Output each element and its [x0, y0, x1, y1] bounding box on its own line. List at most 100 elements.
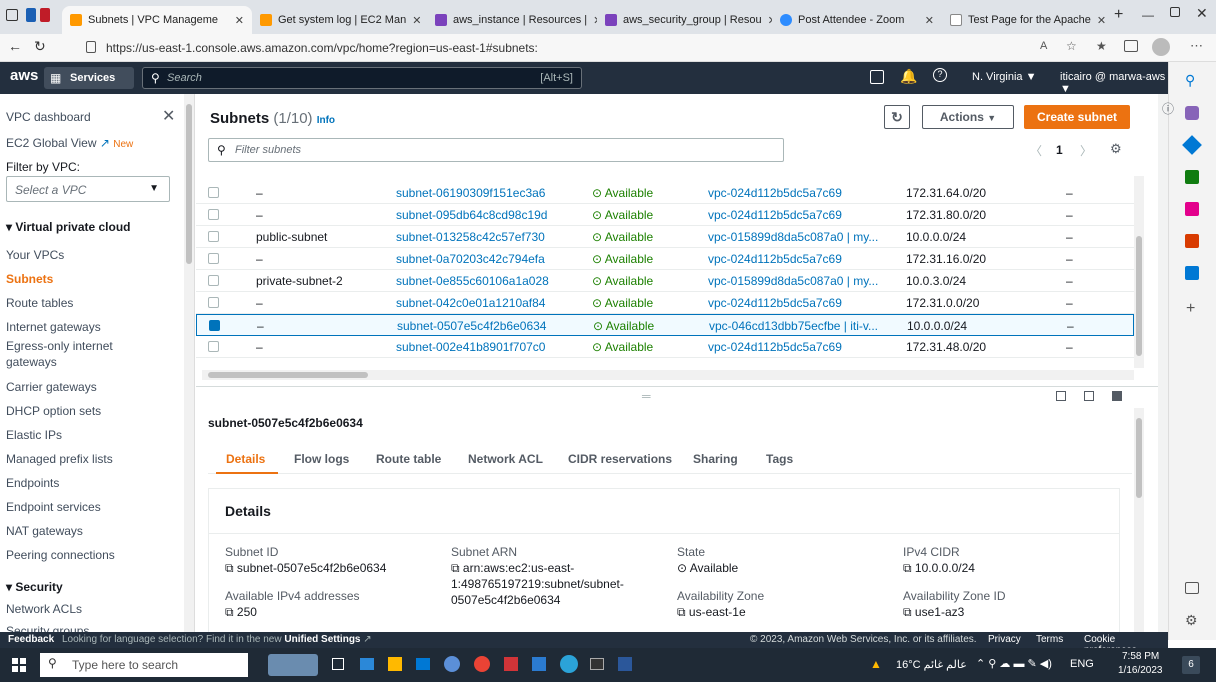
nav-subnets[interactable]: Subnets — [6, 272, 53, 286]
table-row[interactable]: – subnet-0a70203c42c794efa ⊙ Available v… — [196, 248, 1134, 270]
vscode-icon[interactable] — [532, 657, 546, 671]
services-button[interactable]: ▦ Services — [44, 67, 134, 89]
section-virtual-private-cloud[interactable]: ▾ Virtual private cloud — [6, 220, 131, 234]
close-tab-icon[interactable]: ✕ — [229, 14, 244, 27]
cell-subnet-id[interactable]: subnet-042c0e01a1210af84 — [396, 296, 545, 310]
table-row[interactable]: – subnet-095db64c8cd98c19d ⊙ Available v… — [196, 204, 1134, 226]
cell-vpc[interactable]: vpc-024d112b5dc5a7c69 — [708, 208, 842, 222]
profile-avatar[interactable] — [1152, 38, 1170, 56]
nav-nat-gateways[interactable]: NAT gateways — [6, 524, 83, 538]
info-link[interactable]: Info — [317, 115, 335, 126]
read-aloud-icon[interactable]: A — [1040, 40, 1047, 52]
cloudshell-icon[interactable] — [870, 70, 884, 84]
tab-zoom[interactable]: Post Attendee - Zoom ✕ — [772, 6, 942, 34]
nav-network-acls[interactable]: Network ACLs — [6, 602, 82, 616]
nav-ec2-global-view[interactable]: EC2 Global View ↗ New — [6, 136, 133, 150]
restore-icon[interactable] — [1170, 7, 1180, 17]
copy-icon[interactable]: ⧉ — [903, 561, 912, 575]
tab-aws-security-group[interactable]: aws_security_group | Resou ✕ — [597, 6, 772, 34]
cell-subnet-id[interactable]: subnet-013258c42c57ef730 — [396, 230, 545, 244]
tab-flow-logs[interactable]: Flow logs — [294, 452, 349, 466]
terms-link[interactable]: Terms — [1036, 634, 1063, 645]
feedback-link[interactable]: Feedback — [8, 634, 54, 645]
help-icon[interactable]: ? — [933, 68, 947, 82]
scrollbar-thumb[interactable] — [1136, 418, 1142, 498]
sidebar-toggle-icon[interactable] — [1185, 582, 1199, 594]
nav-carrier-gateways[interactable]: Carrier gateways — [6, 380, 97, 394]
system-tray-icons[interactable]: ⌃ ⚲ ☁ ▬ ✎ ◀) — [976, 657, 1052, 670]
close-tab-icon[interactable]: ✕ — [919, 14, 934, 27]
office-icon[interactable] — [504, 657, 518, 671]
copy-icon[interactable]: ⧉ — [225, 561, 234, 575]
table-row[interactable]: – subnet-06190309f151ec3a6 ⊙ Available v… — [196, 182, 1134, 204]
cell-vpc[interactable]: vpc-024d112b5dc5a7c69 — [708, 296, 842, 310]
refresh-icon[interactable]: ↻ — [34, 38, 46, 55]
nav-egress-only-gateways[interactable]: Egress-only internet gateways — [6, 338, 146, 370]
settings-icon[interactable]: ⚙ — [1185, 612, 1198, 629]
actions-button[interactable]: Actions ▼ — [922, 105, 1014, 129]
profile-icon[interactable] — [26, 8, 36, 22]
url-input[interactable]: https://us-east-1.console.aws.amazon.com… — [106, 37, 538, 59]
tab-details[interactable]: Details — [226, 452, 265, 466]
nav-endpoints[interactable]: Endpoints — [6, 476, 59, 490]
close-tab-icon[interactable]: ✕ — [1091, 14, 1106, 27]
shopping-icon[interactable] — [1185, 170, 1199, 184]
row-checkbox[interactable] — [208, 187, 219, 198]
unified-settings-link[interactable]: Unified Settings — [284, 634, 360, 645]
close-tab-icon[interactable]: ✕ — [762, 14, 772, 27]
info-panel-icon[interactable]: ⓘ — [1162, 100, 1174, 117]
create-subnet-button[interactable]: Create subnet — [1024, 105, 1130, 129]
nav-elastic-ips[interactable]: Elastic IPs — [6, 428, 62, 442]
row-checkbox[interactable] — [208, 253, 219, 264]
cell-vpc[interactable]: vpc-024d112b5dc5a7c69 — [708, 340, 842, 354]
next-page-icon[interactable]: 〉 — [1080, 142, 1092, 159]
chat-icon[interactable] — [444, 656, 460, 672]
split-full-icon[interactable] — [1112, 391, 1122, 401]
split-side-icon[interactable] — [1084, 391, 1094, 401]
terminal-icon[interactable] — [590, 658, 604, 670]
split-bottom-icon[interactable] — [1056, 391, 1066, 401]
region-selector[interactable]: N. Virginia ▼ — [972, 71, 1037, 83]
cell-subnet-id[interactable]: subnet-0a70203c42c794efa — [396, 252, 545, 266]
vpc-select[interactable]: Select a VPC ▼ — [6, 176, 170, 202]
table-row[interactable]: – subnet-042c0e01a1210af84 ⊙ Available v… — [196, 292, 1134, 314]
close-icon[interactable]: ✕ — [162, 106, 175, 126]
prev-page-icon[interactable]: 〈 — [1030, 142, 1042, 159]
row-checkbox[interactable] — [208, 297, 219, 308]
cell-vpc[interactable]: vpc-024d112b5dc5a7c69 — [708, 186, 842, 200]
nav-security-groups[interactable]: Security groups — [6, 624, 89, 632]
copy-icon[interactable]: ⧉ — [225, 605, 234, 619]
mail-icon[interactable] — [416, 658, 430, 670]
copilot-icon[interactable] — [1185, 106, 1199, 120]
copy-icon[interactable]: ⧉ — [903, 605, 912, 619]
nav-scrollbar[interactable] — [184, 94, 194, 632]
tab-subnets[interactable]: Subnets | VPC Manageme ✕ — [62, 6, 252, 34]
clock-time[interactable]: 7:58 PM — [1122, 651, 1159, 662]
outlook-icon[interactable] — [1185, 266, 1199, 280]
scrollbar-thumb[interactable] — [208, 372, 368, 378]
table-row[interactable]: public-subnet subnet-013258c42c57ef730 ⊙… — [196, 226, 1134, 248]
scrollbar-thumb[interactable] — [1136, 236, 1142, 356]
taskbar-search-input[interactable]: ⚲ Type here to search — [40, 653, 248, 677]
games-icon[interactable] — [1185, 202, 1199, 216]
favorites-icon[interactable]: ★ — [1096, 39, 1107, 53]
window-menu-icon[interactable] — [6, 9, 18, 21]
tab-aws-instance[interactable]: aws_instance | Resources | ✕ — [427, 6, 597, 34]
more-options-icon[interactable]: ⋯ — [1190, 38, 1203, 54]
tab-sharing[interactable]: Sharing — [693, 452, 738, 466]
page-number[interactable]: 1 — [1056, 143, 1063, 157]
tab-apache[interactable]: Test Page for the Apache ✕ — [942, 6, 1112, 34]
chrome-icon[interactable] — [474, 656, 490, 672]
split-panel-handle[interactable]: ═ — [196, 386, 1158, 408]
office-icon[interactable] — [1185, 234, 1199, 248]
section-security[interactable]: ▾ Security — [6, 580, 63, 594]
close-tab-icon[interactable]: ✕ — [587, 14, 597, 27]
store-icon[interactable] — [360, 658, 374, 670]
refresh-icon[interactable]: ↻ — [884, 105, 910, 129]
nav-managed-prefix-lists[interactable]: Managed prefix lists — [6, 452, 113, 466]
drag-handle-icon[interactable]: ═ — [642, 389, 651, 403]
cell-subnet-id[interactable]: subnet-002e41b8901f707c0 — [396, 340, 545, 354]
language-indicator[interactable]: ENG — [1070, 658, 1094, 670]
favorites-add-icon[interactable]: ☆ — [1066, 39, 1077, 53]
nav-internet-gateways[interactable]: Internet gateways — [6, 320, 101, 334]
